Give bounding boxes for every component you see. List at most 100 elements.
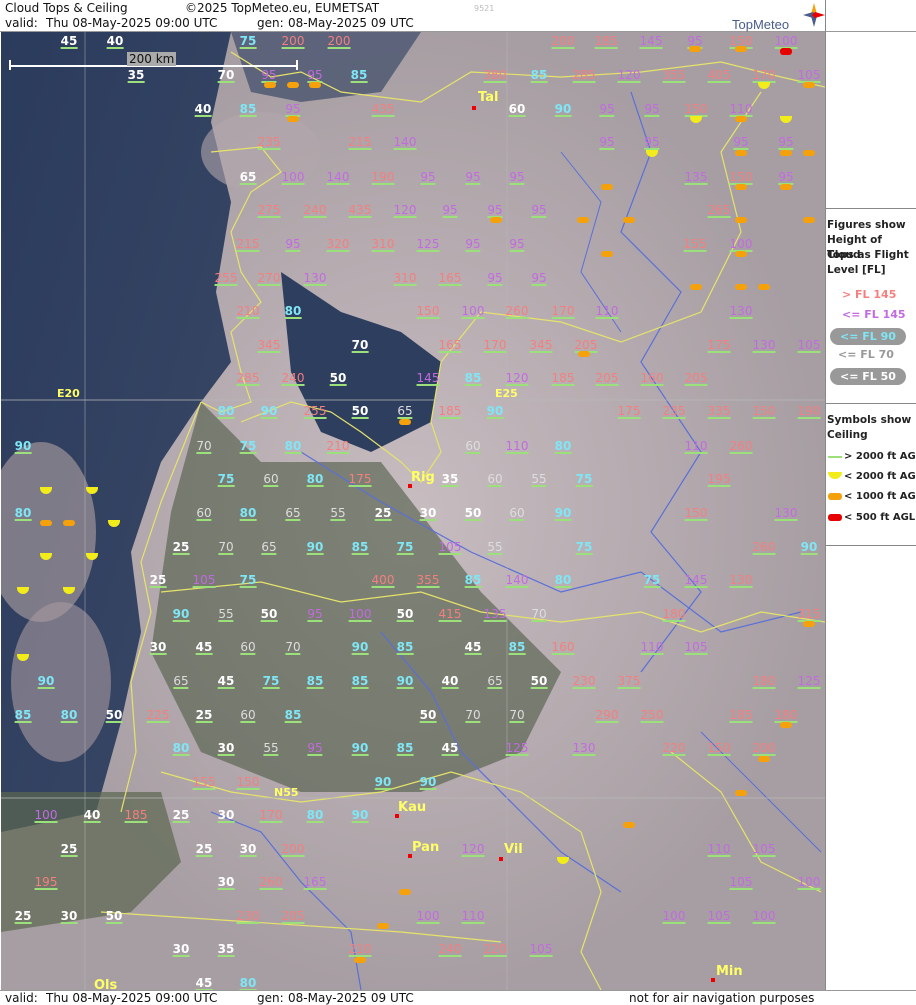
cloud-top-label: 180 (662, 607, 686, 622)
cloud-top-label: 90 (486, 404, 504, 419)
cloud-top-label: 90 (351, 640, 369, 655)
cloud-top-value: 355 (416, 573, 440, 587)
cloud-top-label: 70 (217, 68, 235, 83)
city-label-ols[interactable]: Ols (94, 978, 117, 990)
cloud-top-value: 90 (486, 404, 504, 418)
cloud-top-value: 345 (257, 338, 281, 352)
cloud-top-label: 70 (218, 540, 234, 555)
cloud-top-label: 125 (416, 237, 440, 252)
ceiling-verylow-icon (690, 284, 702, 290)
city-label-kau[interactable]: Kau (398, 800, 426, 815)
cloud-top-value: 65 (261, 540, 277, 554)
cloud-top-label: 345 (257, 338, 281, 353)
cloud-top-label: 95 (733, 135, 749, 150)
cloud-top-label: 80 (306, 808, 324, 823)
cloud-top-label: 70 (196, 439, 212, 454)
cloud-top-value: 30 (149, 640, 167, 654)
legend-divider (826, 208, 916, 209)
cloud-top-label: 135 (684, 170, 708, 185)
cloud-top-value: 65 (239, 170, 257, 184)
cloud-top-label: 100 (752, 909, 776, 924)
cloud-top-value: 30 (172, 942, 190, 956)
cloud-top-value: 160 (640, 371, 664, 385)
satellite-map[interactable]: 200 km E20 E25 N55 Tal Rig Kau Pan Vil M… (1, 32, 825, 990)
cloud-top-label: 155 (683, 237, 707, 252)
cloud-top-label: 105 (797, 68, 821, 83)
cloud-top-value: 335 (707, 404, 731, 418)
gen-label: gen: (257, 16, 284, 30)
ceiling-verylow-icon (287, 116, 299, 122)
legend-panel: Figures show Height of Cloud Tops as Fli… (826, 208, 916, 548)
city-label-rig[interactable]: Rig (411, 470, 435, 485)
city-label-tal[interactable]: Tal (478, 90, 498, 105)
cloud-top-label: 25 (172, 540, 190, 555)
cloud-top-value: 120 (461, 842, 485, 856)
city-label-vil[interactable]: Vil (504, 842, 523, 857)
cloud-top-label: 230 (572, 674, 596, 689)
cloud-top-label: 105 (684, 640, 708, 655)
cloud-top-value: 185 (438, 404, 462, 418)
ceiling-verylow-icon (623, 822, 635, 828)
city-label-pan[interactable]: Pan (412, 840, 439, 855)
footer-gen-label: gen: (257, 991, 284, 1005)
cloud-top-value: 150 (752, 404, 776, 418)
cloud-top-label: 100 (348, 607, 372, 622)
cloud-top-label: 140 (505, 573, 529, 588)
cloud-top-label: 210 (236, 304, 260, 319)
topmeteo-logo[interactable]: TopMeteo (731, 3, 827, 32)
cloud-top-value: 205 (684, 371, 708, 385)
cloud-top-label: 345 (529, 338, 553, 353)
cloud-top-value: 120 (393, 203, 417, 217)
cloud-top-label: 205 (684, 371, 708, 386)
cloud-top-label: 65 (173, 674, 189, 689)
cloud-top-value: 45 (217, 674, 235, 688)
cloud-top-label: 165 (438, 271, 462, 286)
cloud-top-label: 220 (483, 942, 507, 957)
footer-valid-label: valid: (5, 991, 38, 1005)
cloud-top-value: 95 (599, 102, 615, 116)
cloud-top-value: 95 (509, 170, 525, 184)
cloud-top-value: 230 (236, 909, 260, 923)
cloud-top-value: 255 (214, 271, 238, 285)
cloud-top-label: 230 (236, 909, 260, 924)
cloud-top-value: 70 (285, 640, 301, 654)
cloud-top-value: 100 (281, 170, 305, 184)
cloud-top-label: 110 (461, 909, 485, 924)
cloud-top-value: 140 (505, 573, 529, 587)
cloud-top-value: 270 (257, 271, 281, 285)
ceiling-verylow-icon (735, 251, 747, 257)
cloud-top-value: 110 (640, 640, 664, 654)
cloud-top-value: 25 (14, 909, 32, 923)
legend-fl-le70: <= FL 70 (838, 348, 894, 361)
cloud-top-value: 110 (595, 304, 619, 318)
cloud-top-value: 165 (438, 271, 462, 285)
cloud-top-label: 25 (374, 506, 392, 521)
cloud-top-value: 50 (105, 708, 123, 722)
cloud-top-value: 265 (707, 203, 731, 217)
cloud-top-value: 95 (307, 607, 323, 621)
cloud-top-value: 105 (438, 540, 462, 554)
cloud-top-value: 105 (684, 640, 708, 654)
cloud-top-value: 240 (303, 203, 327, 217)
cloud-top-value: 80 (554, 573, 572, 587)
cloud-top-value: 215 (236, 237, 260, 251)
cloud-top-label: 205 (595, 371, 619, 386)
cloud-top-label: 85 (396, 741, 414, 756)
cloud-top-value: 70 (465, 708, 481, 722)
city-marker (499, 857, 503, 861)
cloud-top-label: 130 (572, 741, 596, 756)
cloud-top-label: 185 (551, 371, 575, 386)
cloud-top-value: 25 (172, 808, 190, 822)
cloud-top-value: 95 (307, 741, 323, 755)
cloud-top-value: 125 (797, 674, 821, 688)
cloud-top-value: 105 (529, 942, 553, 956)
cloud-top-value: 55 (531, 472, 547, 486)
cloud-top-value: 100 (461, 304, 485, 318)
cloud-top-label: 110 (640, 640, 664, 655)
city-label-min[interactable]: Min (716, 964, 743, 979)
cloud-top-label: 40 (441, 674, 459, 689)
cloud-top-label: 205 (281, 909, 305, 924)
cloud-top-value: 170 (259, 808, 283, 822)
cloud-top-label: 150 (236, 775, 260, 790)
cloud-top-label: 235 (257, 135, 281, 150)
